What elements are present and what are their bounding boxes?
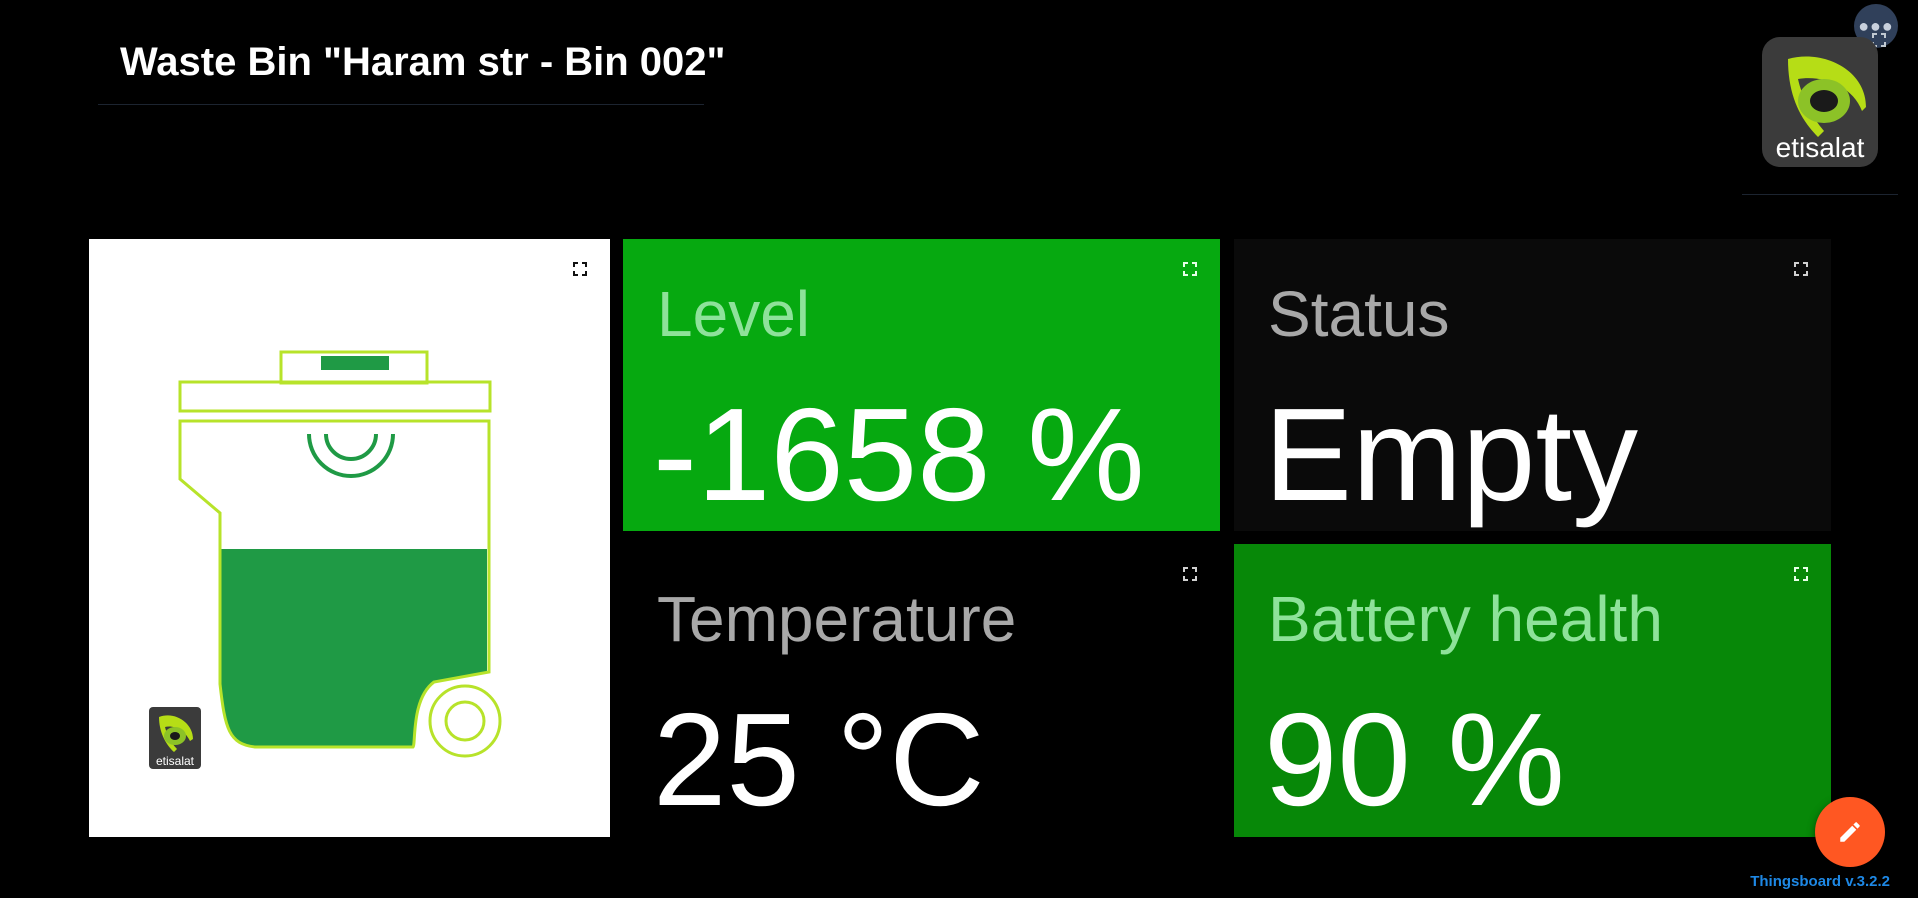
fullscreen-icon[interactable]	[1794, 262, 1808, 276]
status-label: Status	[1268, 278, 1450, 350]
etisalat-logo: etisalat	[1762, 37, 1878, 167]
level-value: -1658 %	[653, 381, 1145, 528]
battery-value: 90 %	[1264, 686, 1565, 833]
fullscreen-icon[interactable]	[1183, 567, 1197, 581]
level-widget: Level -1658 %	[623, 239, 1220, 531]
status-widget: Status Empty	[1234, 239, 1831, 531]
temperature-value: 25 °C	[653, 686, 985, 833]
level-label: Level	[657, 278, 810, 350]
temperature-label: Temperature	[657, 583, 1017, 655]
dashboard-title: Waste Bin "Haram str - Bin 002"	[120, 40, 726, 84]
bin-image-widget: etisalat	[89, 239, 610, 837]
svg-text:etisalat: etisalat	[156, 754, 195, 768]
battery-widget: Battery health 90 %	[1234, 544, 1831, 837]
pencil-icon	[1840, 822, 1860, 842]
edit-dashboard-button[interactable]	[1815, 797, 1885, 867]
svg-text:etisalat: etisalat	[1776, 132, 1865, 163]
title-widget: Waste Bin "Haram str - Bin 002"	[98, 32, 726, 105]
status-value: Empty	[1264, 381, 1639, 528]
version-link[interactable]: Thingsboard v.3.2.2	[1740, 873, 1890, 890]
waste-bin-illustration: etisalat	[149, 350, 502, 769]
logo-widget: etisalat	[1742, 30, 1898, 195]
fullscreen-icon[interactable]	[1794, 567, 1808, 581]
fullscreen-icon[interactable]	[1183, 262, 1197, 276]
temperature-widget: Temperature 25 °C	[623, 544, 1220, 837]
battery-label: Battery health	[1268, 583, 1663, 655]
